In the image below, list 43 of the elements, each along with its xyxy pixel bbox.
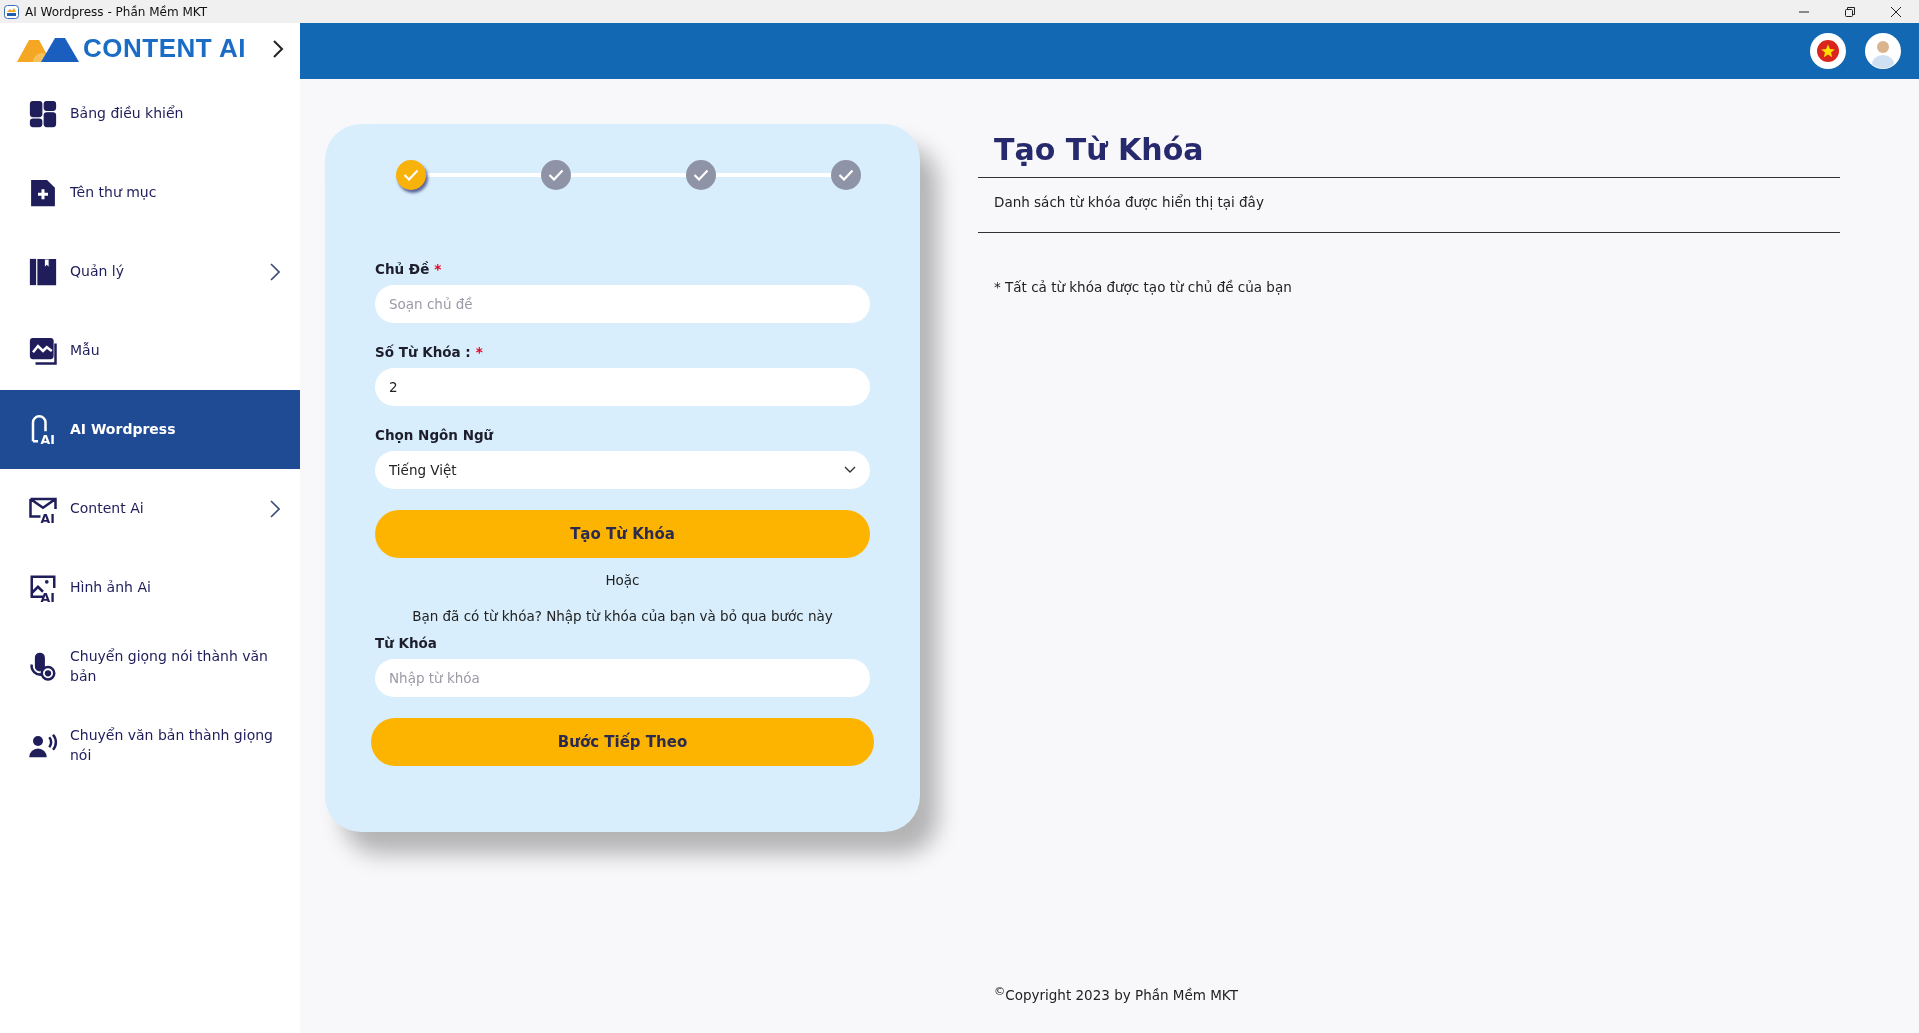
required-mark: * [475,344,483,360]
window-title: AI Wordpress - Phần Mềm MKT [25,4,208,19]
logo-text: CONTENT AI [83,33,246,64]
bookmark-book-icon [28,256,58,287]
keyword-count-input-field[interactable]: 2 [375,368,870,406]
app-icon [4,4,19,19]
picture-icon [28,335,58,366]
sidebar-item[interactable]: AI AI Wordpress [0,390,300,469]
copyright-text: $^{©}$Copyright 2023 by Phần Mềm MKT [994,987,1238,1003]
sidebar-item[interactable]: Bảng điều khiển [0,74,300,153]
next-step-button[interactable]: Bước Tiếp Theo [371,718,874,766]
panel-title: Tạo Từ Khóa [993,131,1205,169]
field-label: Chủ Đề [375,261,430,277]
required-mark: * [434,261,442,277]
language-dropdown[interactable]: Tiếng Việt [375,451,870,489]
keyword-list-text: Danh sách từ khóa được hiển thị tại đây [994,194,1264,210]
chevron-right-icon [270,499,280,518]
sidebar-item[interactable]: Chuyển giọng nói thành văn bản [0,627,300,706]
sidebar-item[interactable]: Quản lý [0,232,300,311]
note-text: * Tất cả từ khóa được tạo từ chủ đề của bạn [994,279,1292,295]
chevron-down-icon [844,466,856,474]
restore-icon [1845,6,1855,17]
sidebar-item[interactable]: Tên thư mục [0,153,300,232]
avatar-icon[interactable] [1865,33,1901,69]
sidebar-item[interactable]: AI Hình ảnh Ai [0,548,300,627]
chevron-right-icon [270,262,280,281]
generate-keywords-button[interactable]: Tạo Từ Khóa [375,510,870,558]
keyword-input-field[interactable]: Nhập từ khóa [375,659,870,697]
field-label: Từ Khóa [375,635,437,651]
microphone-icon [28,651,58,682]
hint-text: Bạn đã có từ khóa? Nhập từ khóa của bạn và bỏ qua bước này [411,608,834,624]
field-label: Chọn Ngôn Ngữ [375,427,494,443]
field-label: Số Từ Khóa : [375,344,471,360]
vietnam-flag-icon[interactable] [1810,33,1846,69]
add-file-icon [28,177,58,208]
sidebar-item[interactable]: AI Content Ai [0,469,300,548]
dashboard-icon [28,98,58,129]
topic-input-field[interactable]: Soạn chủ đề [375,285,870,323]
sidebar-item[interactable]: Chuyển văn bản thành giọng nói [0,706,300,785]
chevron-right-icon[interactable] [272,38,284,59]
or-text: Hoặc [604,572,641,588]
close-icon [1891,6,1901,17]
sidebar-item[interactable]: Mẫu [0,311,300,390]
